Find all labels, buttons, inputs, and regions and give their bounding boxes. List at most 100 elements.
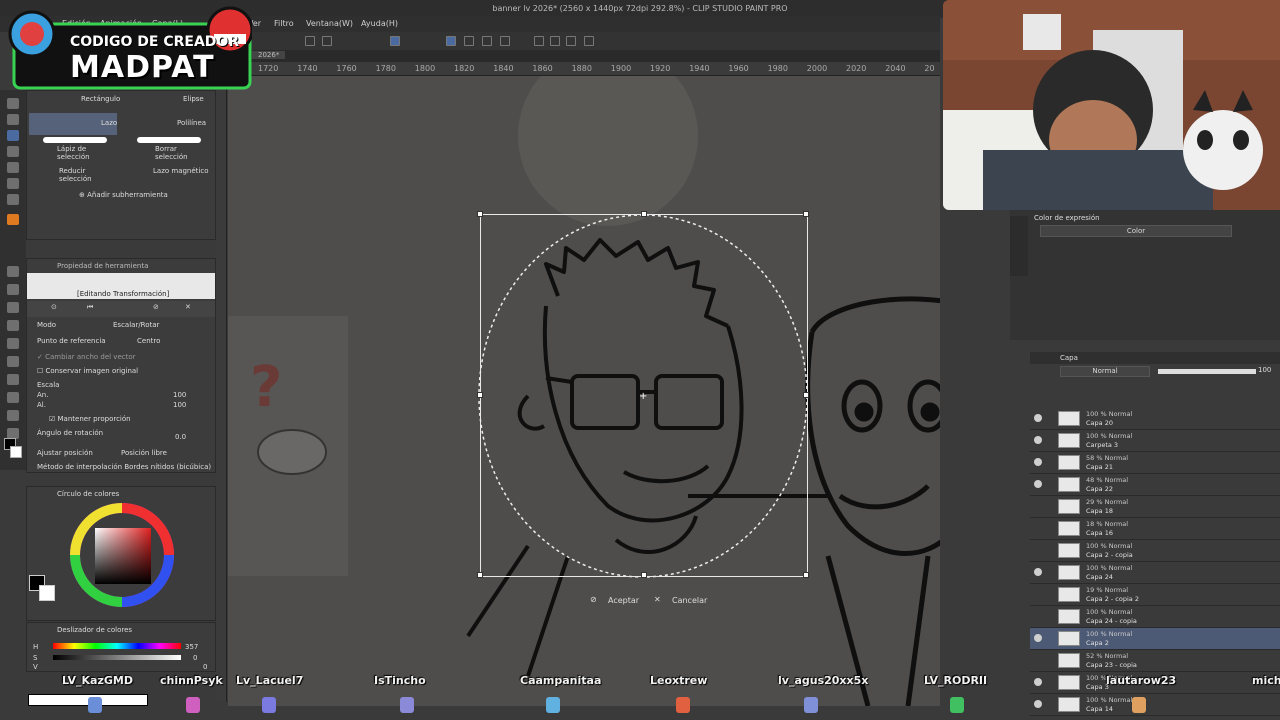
layer-row[interactable]: 100 % Normal Carpeta 3	[1030, 430, 1280, 452]
selection-tool-icon[interactable]	[7, 130, 19, 141]
interpolation-row[interactable]: Método de interpolación Bordes nítidos (…	[37, 463, 213, 471]
crop-icon[interactable]	[534, 36, 544, 46]
frame-tool-icon[interactable]	[7, 356, 19, 367]
expand-icon[interactable]	[550, 36, 560, 46]
grid-icon[interactable]	[584, 36, 594, 46]
magic-icon[interactable]	[566, 36, 576, 46]
subtool-rectangulo[interactable]: Rectángulo	[29, 91, 120, 113]
layer-row[interactable]: 52 % Normal Capa 23 - copia	[1030, 650, 1280, 672]
layer-row[interactable]: 58 % Normal Capa 21	[1030, 452, 1280, 474]
layer-row[interactable]: 29 % Normal Capa 18	[1030, 496, 1280, 518]
layer-row[interactable]: 48 % Normal Capa 22	[1030, 474, 1280, 496]
width-value[interactable]: 100	[173, 391, 186, 399]
subtool-borrar[interactable]: Borrar selección	[123, 135, 211, 161]
eye-icon[interactable]	[1034, 612, 1042, 620]
eye-icon[interactable]	[1034, 634, 1042, 642]
menu-ventana[interactable]: Ventana(W)	[306, 19, 353, 28]
height-value[interactable]: 100	[173, 401, 186, 409]
zoom-tool-icon[interactable]	[7, 98, 19, 109]
hue-slider[interactable]	[53, 643, 181, 649]
eye-icon[interactable]	[1034, 656, 1042, 664]
check-icon[interactable]: ⊘	[153, 303, 159, 311]
select-all-icon[interactable]	[464, 36, 474, 46]
eye-icon[interactable]	[1034, 502, 1042, 510]
hue-value[interactable]: 357	[185, 643, 198, 651]
transform-handle[interactable]	[803, 211, 809, 217]
eye-icon[interactable]	[1034, 546, 1042, 554]
fill-tool-icon[interactable]	[7, 302, 19, 313]
eye-icon[interactable]	[1034, 480, 1042, 488]
layer-row[interactable]: 100 % Normal Capa 2 - copia	[1030, 540, 1280, 562]
pen-tool-icon[interactable]	[7, 178, 19, 189]
modo-select[interactable]: Escalar/Rotar	[113, 321, 159, 329]
transform-icon[interactable]	[390, 36, 400, 46]
keep-original-checkbox[interactable]: ☐ Conservar imagen original	[37, 367, 138, 375]
tab-capa[interactable]: Capa	[1060, 354, 1078, 362]
menu-filtro[interactable]: Filtro	[274, 19, 294, 28]
eye-icon[interactable]	[1034, 458, 1042, 466]
saturation-value[interactable]: 0	[193, 654, 197, 662]
reference-select[interactable]: Centro	[137, 337, 160, 345]
accept-button[interactable]: Aceptar	[608, 596, 639, 605]
vector-width-checkbox[interactable]: ✓ Cambiar ancho del vector	[37, 353, 136, 361]
text-tool-icon[interactable]	[7, 392, 19, 403]
transform-handle[interactable]	[641, 211, 647, 217]
layer-row[interactable]: 19 % Normal Capa 2 - copia 2	[1030, 584, 1280, 606]
deselect-icon[interactable]	[482, 36, 492, 46]
layer-row[interactable]: 100 % Normal Capa 2	[1030, 628, 1280, 650]
auto-select-tool-icon[interactable]	[7, 146, 19, 157]
transform-handle[interactable]	[803, 392, 809, 398]
ok-icon[interactable]: ⊙	[51, 303, 57, 311]
eraser-tool-icon[interactable]	[7, 266, 19, 277]
sub-color-swatch[interactable]	[10, 446, 22, 458]
subtool-lazo[interactable]: Lazo	[29, 113, 117, 135]
layer-row[interactable]: 100 % Normal Capa 24	[1030, 562, 1280, 584]
transform-bounding-box[interactable]: +	[477, 211, 809, 578]
eye-icon[interactable]	[1034, 590, 1042, 598]
subtool-reducir[interactable]: Reducir selección	[29, 161, 117, 183]
brush-tool-icon[interactable]	[7, 214, 19, 225]
transform-handle[interactable]	[803, 572, 809, 578]
transform-handle[interactable]	[477, 392, 483, 398]
adjust-select[interactable]: Posición libre	[121, 449, 167, 457]
undo-icon[interactable]	[305, 36, 315, 46]
rotation-value[interactable]: 0.0	[175, 433, 186, 441]
eye-icon[interactable]	[1034, 524, 1042, 532]
saturation-slider[interactable]	[53, 655, 181, 660]
layer-row[interactable]: 100 % Normal Capa 24 - copia	[1030, 606, 1280, 628]
move-tool-icon[interactable]	[7, 114, 19, 125]
figure-tool-icon[interactable]	[7, 338, 19, 349]
transform-handle[interactable]	[477, 211, 483, 217]
subtool-polilinea[interactable]: Polilínea	[123, 113, 211, 135]
ruler-tool-icon[interactable]	[7, 374, 19, 385]
subtool-lapiz[interactable]: Lápiz de selección	[29, 135, 117, 161]
gradient-tool-icon[interactable]	[7, 320, 19, 331]
blend-tool-icon[interactable]	[7, 284, 19, 295]
expression-color-select[interactable]: Color	[1040, 225, 1232, 237]
eyedropper-tool-icon[interactable]	[7, 162, 19, 173]
cancel-icon[interactable]: ✕	[654, 595, 661, 604]
opacity-value[interactable]: 100	[1258, 366, 1271, 374]
color-wheel[interactable]	[27, 499, 217, 619]
canvas-tab[interactable]: 2026*	[252, 51, 286, 59]
invert-selection-icon[interactable]	[500, 36, 510, 46]
menu-ayuda[interactable]: Ayuda(H)	[361, 19, 398, 28]
layer-row[interactable]: 18 % Normal Capa 16	[1030, 518, 1280, 540]
cancel-button[interactable]: Cancelar	[672, 596, 707, 605]
center-crosshair-icon[interactable]: +	[639, 391, 647, 402]
subtool-elipse[interactable]: Elipse	[123, 91, 211, 113]
eye-icon[interactable]	[1034, 568, 1042, 576]
add-subtool-button[interactable]: ⊕ Añadir subherramienta	[79, 191, 168, 199]
blend-mode-select[interactable]: Normal	[1060, 366, 1150, 377]
accept-icon[interactable]: ⊘	[590, 595, 597, 604]
selection-icon[interactable]	[446, 36, 456, 46]
redo-icon[interactable]	[322, 36, 332, 46]
flip-icon[interactable]: ⏮	[87, 303, 93, 312]
transform-handle[interactable]	[641, 572, 647, 578]
subtool-lazo-magnetico[interactable]: Lazo magnético	[123, 161, 211, 183]
close-icon[interactable]: ✕	[185, 303, 191, 311]
eye-icon[interactable]	[1034, 436, 1042, 444]
sub-color-chip[interactable]	[39, 585, 55, 601]
eye-icon[interactable]	[1034, 414, 1042, 422]
balloon-tool-icon[interactable]	[7, 410, 19, 421]
